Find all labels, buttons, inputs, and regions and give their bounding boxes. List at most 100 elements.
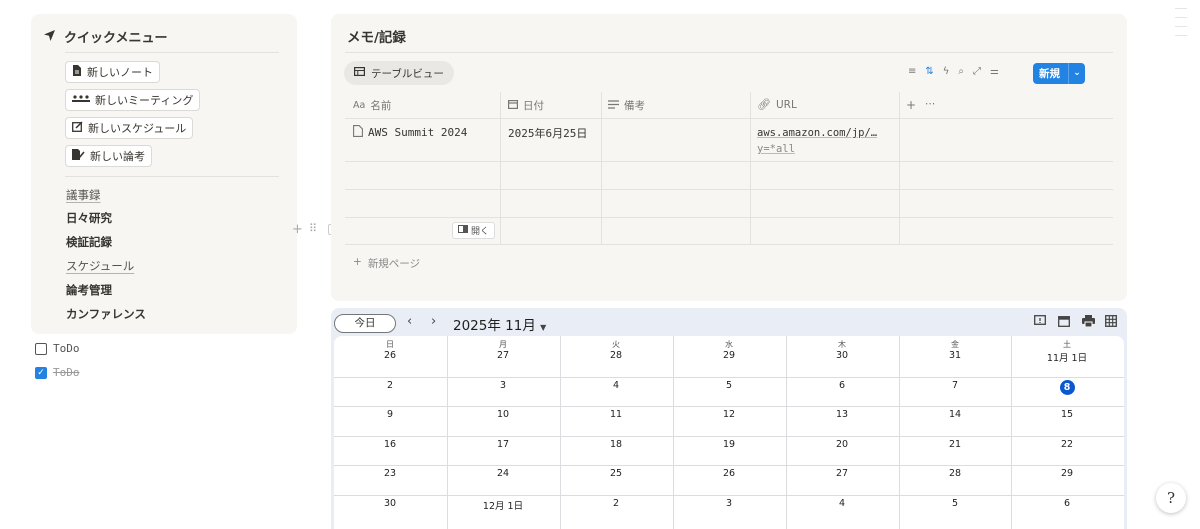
- day-cell[interactable]: 29: [1011, 468, 1123, 479]
- divider: [65, 176, 279, 177]
- day-cell[interactable]: 12: [673, 409, 785, 420]
- todo-checkbox-checked[interactable]: ✓: [35, 366, 47, 379]
- new-page-row[interactable]: + 新規ページ: [353, 256, 420, 271]
- month-selector[interactable]: 2025年 11月 ▼: [453, 314, 546, 334]
- row-divider: [345, 217, 1113, 218]
- day-cell[interactable]: 2: [560, 498, 672, 509]
- day-cell[interactable]: 7: [899, 380, 1011, 391]
- day-cell[interactable]: 11月 1日: [1011, 350, 1123, 364]
- day-cell[interactable]: 24: [447, 468, 559, 479]
- day-cell[interactable]: 28: [899, 468, 1011, 479]
- row-divider: [345, 189, 1113, 190]
- day-cell[interactable]: 30: [334, 498, 446, 509]
- day-cell[interactable]: 2: [334, 380, 446, 391]
- day-cell[interactable]: 23: [334, 468, 446, 479]
- day-cell[interactable]: 15: [1011, 409, 1123, 420]
- day-cell[interactable]: 27: [447, 350, 559, 361]
- more-options-icon[interactable]: ⋯: [925, 98, 936, 110]
- link-minutes[interactable]: 議事録: [66, 187, 101, 203]
- day-cell[interactable]: 18: [560, 439, 672, 450]
- day-cell[interactable]: 5: [899, 498, 1011, 509]
- day-cell[interactable]: 29: [673, 350, 785, 361]
- help-button[interactable]: ?: [1156, 483, 1186, 513]
- new-entry-button[interactable]: 新規 ⌄: [1033, 63, 1085, 84]
- new-essay-button[interactable]: 新しい論考: [65, 145, 152, 167]
- new-meeting-button[interactable]: 新しいミーティング: [65, 89, 201, 111]
- row-url-cell[interactable]: aws.amazon.com/jp/… y=*all: [757, 125, 877, 157]
- database-title: メモ/記録: [347, 30, 406, 46]
- expand-icon[interactable]: ⤢: [973, 66, 981, 77]
- day-cell[interactable]: 25: [560, 468, 672, 479]
- next-month-icon[interactable]: ›: [431, 314, 436, 329]
- day-cell[interactable]: 6: [786, 380, 898, 391]
- today-button[interactable]: 今日: [334, 314, 396, 333]
- day-cell[interactable]: 3: [673, 498, 785, 509]
- text-type-icon: Aa: [353, 100, 366, 111]
- day-cell[interactable]: 14: [899, 409, 1011, 420]
- open-page-button[interactable]: 開く: [452, 222, 496, 239]
- day-cell[interactable]: 11: [560, 409, 672, 420]
- print-icon[interactable]: [1082, 315, 1095, 330]
- day-cell[interactable]: 6: [1011, 498, 1123, 509]
- day-cell[interactable]: 19: [673, 439, 785, 450]
- day-cell[interactable]: 17: [447, 439, 559, 450]
- day-cell-today[interactable]: 8: [1011, 380, 1123, 395]
- add-row-icon[interactable]: +: [292, 222, 303, 237]
- row-divider: [345, 118, 1113, 119]
- day-cell[interactable]: 21: [899, 439, 1011, 450]
- column-header-url[interactable]: 🔗︎ URL: [757, 98, 797, 111]
- todo-checkbox[interactable]: [35, 342, 47, 355]
- day-cell[interactable]: 13: [786, 409, 898, 420]
- link-daily-research[interactable]: 日々研究: [66, 210, 112, 226]
- link-essay-management[interactable]: 論考管理: [66, 282, 112, 298]
- drag-handle-icon[interactable]: ⠿: [309, 222, 317, 235]
- add-column-icon[interactable]: +: [906, 98, 916, 112]
- filter-icon[interactable]: ≡: [908, 66, 916, 77]
- grid-view-icon[interactable]: [1105, 315, 1117, 330]
- day-cell[interactable]: 3: [447, 380, 559, 391]
- link-verification-log[interactable]: 検証記録: [66, 234, 112, 250]
- automation-icon[interactable]: ϟ: [943, 66, 950, 77]
- day-cell[interactable]: 20: [786, 439, 898, 450]
- day-cell[interactable]: 9: [334, 409, 446, 420]
- settings-sliders-icon[interactable]: ⚌: [990, 66, 999, 77]
- day-cell[interactable]: 27: [786, 468, 898, 479]
- day-cell[interactable]: 16: [334, 439, 446, 450]
- link-schedule[interactable]: スケジュール: [66, 258, 134, 274]
- day-cell[interactable]: 30: [786, 350, 898, 361]
- calendar-row-divider: [334, 495, 1124, 496]
- column-header-name[interactable]: Aa 名前: [353, 98, 391, 113]
- day-cell[interactable]: 4: [560, 380, 672, 391]
- column-header-date[interactable]: 日付: [508, 98, 544, 113]
- side-peek-icon: [458, 225, 468, 236]
- chevron-down-icon[interactable]: ⌄: [1068, 63, 1085, 84]
- search-icon[interactable]: ⌕: [958, 66, 964, 77]
- day-cell[interactable]: 5: [673, 380, 785, 391]
- day-cell[interactable]: 22: [1011, 439, 1123, 450]
- prev-month-icon[interactable]: ‹: [407, 314, 412, 329]
- day-cell[interactable]: 26: [673, 468, 785, 479]
- row-date-cell[interactable]: 2025年6月25日: [508, 125, 587, 141]
- calendar-icon[interactable]: [1058, 315, 1070, 330]
- open-label: 開く: [471, 227, 490, 237]
- day-cell[interactable]: 28: [560, 350, 672, 361]
- page-icon: [353, 125, 363, 140]
- column-header-note[interactable]: 備考: [608, 98, 645, 113]
- quick-menu-header: クイックメニュー: [43, 27, 167, 46]
- day-cell[interactable]: 10: [447, 409, 559, 420]
- link-conference[interactable]: カンファレンス: [66, 306, 146, 322]
- day-cell[interactable]: 26: [334, 350, 446, 361]
- column-label: URL: [775, 98, 797, 111]
- day-cell[interactable]: 31: [899, 350, 1011, 361]
- row-name-cell[interactable]: AWS Summit 2024: [353, 125, 467, 140]
- sort-icon[interactable]: ⇅: [925, 66, 933, 77]
- new-schedule-button[interactable]: 新しいスケジュール: [65, 117, 194, 139]
- new-note-button[interactable]: 新しいノート: [65, 61, 160, 83]
- day-cell[interactable]: 4: [786, 498, 898, 509]
- day-cell[interactable]: 12月 1日: [447, 498, 559, 512]
- row-name: AWS Summit 2024: [368, 126, 468, 139]
- calendar-row-divider: [334, 406, 1124, 407]
- feedback-icon[interactable]: [1034, 315, 1046, 330]
- table-view-tab[interactable]: テーブルビュー: [344, 61, 454, 85]
- divider: [345, 52, 1113, 53]
